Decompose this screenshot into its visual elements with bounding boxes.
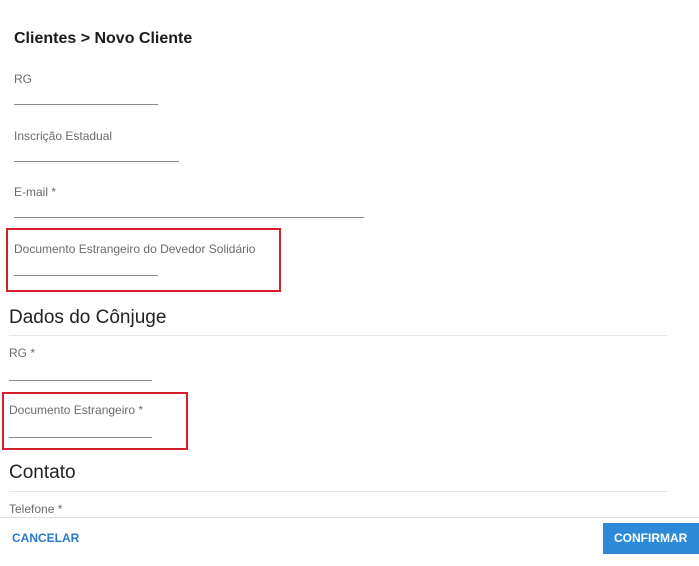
section-divider-contato <box>9 491 667 492</box>
section-divider-conjuge <box>9 335 667 336</box>
rg-field[interactable] <box>14 87 158 103</box>
rg-underline <box>14 104 158 105</box>
conjuge-documento-estrangeiro-underline <box>9 437 152 438</box>
documento-estrangeiro-devedor-field[interactable] <box>14 258 158 274</box>
conjuge-documento-estrangeiro-label: Documento Estrangeiro * <box>9 403 144 417</box>
rg-label: RG <box>14 72 32 86</box>
documento-estrangeiro-devedor-underline <box>14 275 158 276</box>
inscricao-estadual-field[interactable] <box>14 144 179 160</box>
inscricao-estadual-label: Inscrição Estadual <box>14 129 113 143</box>
section-heading-conjuge: Dados do Cônjuge <box>9 307 167 328</box>
email-field[interactable] <box>14 200 364 216</box>
cancel-button[interactable]: CANCELAR <box>12 531 79 545</box>
conjuge-rg-underline <box>9 380 152 381</box>
conjuge-rg-field[interactable] <box>9 363 152 379</box>
email-label: E-mail * <box>14 185 57 199</box>
section-heading-contato: Contato <box>9 462 76 483</box>
telefone-label: Telefone * <box>9 502 63 516</box>
confirm-button[interactable]: CONFIRMAR <box>603 523 699 554</box>
action-bar-divider <box>0 517 699 518</box>
conjuge-documento-estrangeiro-field[interactable] <box>9 420 152 436</box>
inscricao-estadual-underline <box>14 161 179 162</box>
email-underline <box>14 217 364 218</box>
documento-estrangeiro-devedor-label: Documento Estrangeiro do Devedor Solidár… <box>14 242 256 256</box>
breadcrumb: Clientes > Novo Cliente <box>14 30 193 47</box>
conjuge-rg-label: RG * <box>9 346 36 360</box>
